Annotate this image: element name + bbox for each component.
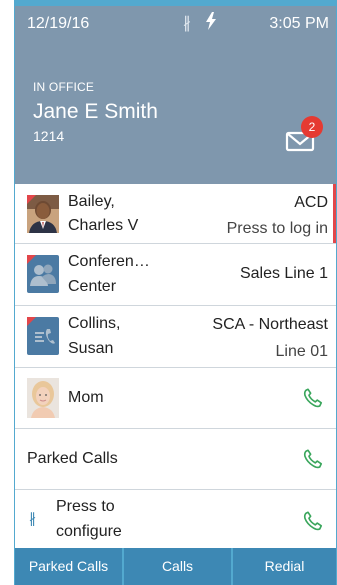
contact-name-line2: Charles V [68, 217, 139, 234]
line-key-parked-calls[interactable]: Parked Calls [15, 429, 336, 490]
line-key-bailey[interactable]: Bailey, Charles V ACD Press to log in [15, 184, 336, 244]
screen-bezel: 12/19/16 ∦ 3:05 PM IN OFFICE Jane E Smit… [14, 0, 337, 585]
header: 12/19/16 ∦ 3:05 PM IN OFFICE Jane E Smit… [15, 6, 336, 184]
softkey-bar: Parked Calls Calls Redial [15, 548, 336, 585]
shared-line-icon [27, 317, 59, 355]
contact-name-line1: Collins, [68, 315, 121, 332]
line-key-list: Bailey, Charles V ACD Press to log in Co… [15, 184, 336, 548]
line-key-bluetooth-configure[interactable]: ∦ Press to configure [15, 490, 336, 548]
softkey-calls[interactable]: Calls [124, 548, 231, 585]
phone-icon[interactable] [302, 510, 324, 532]
missed-call-indicator [27, 195, 36, 204]
status-date: 12/19/16 [27, 15, 90, 32]
line-type-label: ACD [294, 194, 328, 211]
configure-label-line1: Press to [56, 498, 115, 515]
selection-indicator [333, 184, 336, 243]
display: 12/19/16 ∦ 3:05 PM IN OFFICE Jane E Smit… [15, 6, 336, 585]
line-number-label: Line 01 [275, 343, 329, 360]
phone-icon[interactable] [302, 448, 324, 470]
lightning-bolt-icon [205, 12, 217, 35]
contact-photo-avatar [27, 195, 59, 233]
user-extension: 1214 [33, 128, 65, 144]
bluetooth-icon: ∦ [29, 510, 36, 526]
softkey-redial[interactable]: Redial [233, 548, 336, 585]
line-key-mom[interactable]: Mom [15, 368, 336, 429]
contact-name-line1: Bailey, [68, 193, 115, 210]
line-key-collins[interactable]: Collins, Susan SCA - Northeast Line 01 [15, 306, 336, 368]
presence-status: IN OFFICE [33, 80, 95, 94]
line-group-label: SCA - Northeast [212, 316, 328, 333]
phone-screen: 12/19/16 ∦ 3:05 PM IN OFFICE Jane E Smit… [0, 0, 337, 585]
status-indicator [27, 317, 36, 326]
contact-photo-avatar [27, 378, 59, 418]
bluetooth-icon: ∦ [183, 15, 191, 32]
configure-label-line2: configure [56, 523, 122, 540]
status-indicator [27, 255, 36, 264]
contact-name-line2: Susan [68, 340, 114, 357]
phone-icon[interactable] [302, 387, 324, 409]
messages-button[interactable]: 2 [283, 116, 327, 156]
line-name-label: Sales Line 1 [239, 265, 328, 282]
contact-name-line2: Center [68, 278, 117, 295]
softkey-parked-calls[interactable]: Parked Calls [15, 548, 122, 585]
status-bar: 12/19/16 ∦ 3:05 PM [15, 6, 336, 40]
user-name: Jane E Smith [33, 100, 158, 123]
group-avatar-icon [27, 255, 59, 293]
message-count-badge: 2 [301, 116, 323, 138]
left-margin [0, 0, 14, 585]
contact-name-line1: Conferen… [68, 253, 150, 270]
status-time: 3:05 PM [269, 15, 329, 32]
line-key-conference-center[interactable]: Conferen… Center Sales Line 1 [15, 244, 336, 306]
contact-name: Mom [68, 389, 104, 406]
parked-calls-label: Parked Calls [27, 450, 118, 467]
line-action-label: Press to log in [226, 220, 328, 237]
